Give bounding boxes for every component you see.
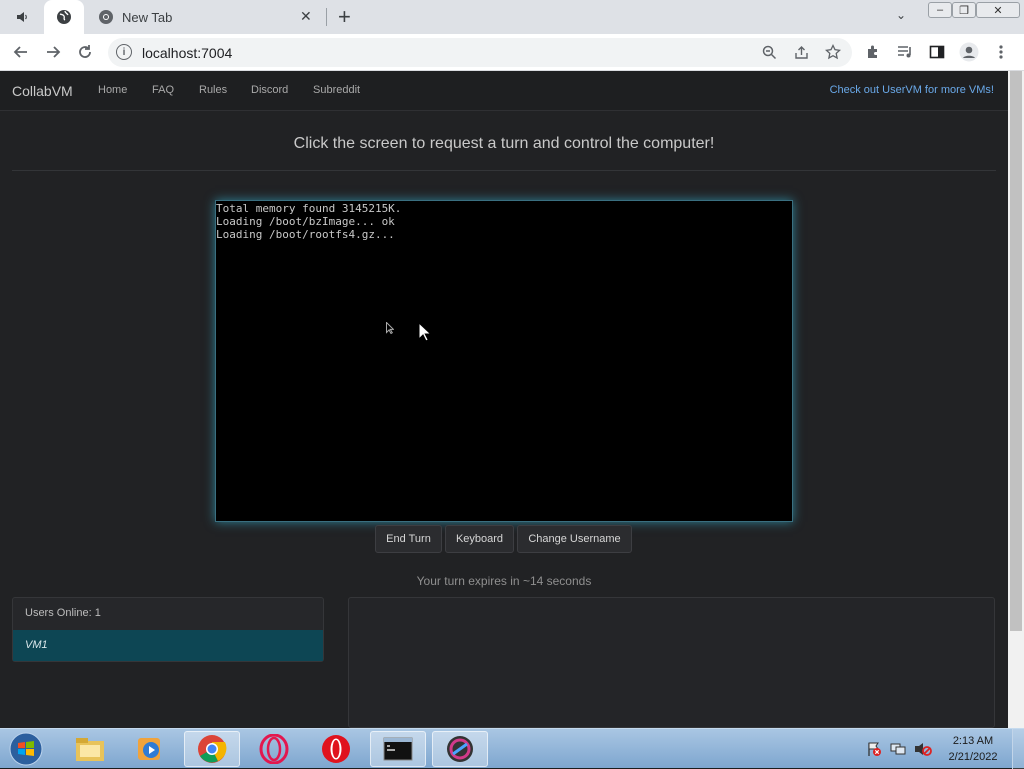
brand-link[interactable]: CollabVM (12, 83, 73, 99)
change-username-button[interactable]: Change Username (517, 525, 632, 553)
action-center-flag-icon[interactable] (866, 741, 882, 760)
taskbar-chrome[interactable] (184, 731, 240, 767)
share-icon[interactable] (790, 41, 812, 63)
media-controls-icon[interactable] (894, 41, 916, 63)
divider (12, 170, 996, 171)
windows-orb-icon (9, 732, 43, 766)
site-navbar: CollabVM Home FAQ Rules Discord Subreddi… (0, 71, 1008, 111)
globe-icon (57, 10, 71, 24)
taskbar-vm-app[interactable] (432, 731, 488, 767)
uservm-promo-link[interactable]: Check out UserVM for more VMs! (830, 84, 994, 96)
browser-toolbar: i localhost:7004 (0, 34, 1024, 71)
show-desktop-button[interactable] (1012, 729, 1024, 769)
opera-icon (322, 735, 350, 763)
browser-tab-strip: New Tab ✕ + ⌄ – ❐ ✕ (0, 0, 1024, 34)
tab-active-collabvm[interactable] (44, 0, 84, 34)
taskbar-media-player[interactable] (122, 731, 178, 767)
tab-audio-playing[interactable] (0, 0, 44, 34)
back-arrow-icon[interactable] (10, 41, 32, 63)
collabvm-page: CollabVM Home FAQ Rules Discord Subreddi… (0, 71, 1008, 728)
taskbar-explorer[interactable] (62, 731, 118, 767)
browser-menu-icon[interactable] (990, 41, 1012, 63)
side-panel-icon[interactable] (926, 41, 948, 63)
nav-link-rules[interactable]: Rules (199, 84, 227, 96)
scrollbar-thumb[interactable] (1010, 71, 1022, 631)
zoom-icon[interactable] (758, 41, 780, 63)
profile-avatar-icon[interactable] (958, 41, 980, 63)
url-text: localhost:7004 (142, 44, 233, 61)
forward-arrow-icon[interactable] (42, 41, 64, 63)
taskbar-clock[interactable]: 2:13 AM 2/21/2022 (940, 733, 1006, 765)
vm-display-screen[interactable]: Total memory found 3145215K. Loading /bo… (215, 200, 793, 522)
nav-link-subreddit[interactable]: Subreddit (313, 84, 360, 96)
site-info-icon[interactable]: i (116, 44, 132, 60)
console-line: Total memory found 3145215K. (216, 202, 402, 215)
volume-muted-icon[interactable] (914, 741, 932, 760)
console-line: Loading /boot/bzImage... ok (216, 215, 395, 228)
username: VM1 (25, 639, 48, 651)
new-tab-plus-icon[interactable]: + (338, 4, 351, 30)
taskbar-opera[interactable] (308, 731, 364, 767)
taskbar-command-prompt[interactable] (370, 731, 426, 767)
taskbar-opera-gx[interactable] (246, 731, 302, 767)
clock-time: 2:13 AM (952, 735, 994, 747)
tab-divider (326, 8, 327, 26)
user-list-item[interactable]: VM1 (13, 630, 323, 661)
clock-date: 2/21/2022 (948, 751, 998, 763)
chat-panel (348, 597, 995, 728)
network-icon[interactable] (890, 741, 906, 760)
command-prompt-icon (383, 737, 413, 761)
tab-title: New Tab (122, 9, 173, 25)
tab-search-chevron-icon[interactable]: ⌄ (896, 8, 906, 22)
window-restore-button[interactable]: ❐ (952, 2, 976, 18)
speaker-icon (17, 12, 27, 22)
nav-link-faq[interactable]: FAQ (152, 84, 174, 96)
windows-taskbar: 2:13 AM 2/21/2022 (0, 728, 1024, 769)
address-bar[interactable]: i localhost:7004 (108, 38, 852, 67)
users-online-header: Users Online: 1 (25, 607, 101, 619)
users-online-panel: Users Online: 1 VM1 (12, 597, 324, 662)
page-scrollbar[interactable] (1008, 71, 1024, 728)
window-close-button[interactable]: ✕ (976, 2, 1020, 18)
opera-gx-icon (259, 734, 289, 764)
mouse-pointer-icon (418, 322, 432, 342)
folder-icon (76, 738, 104, 761)
tab-new-tab[interactable]: New Tab (84, 0, 324, 34)
vm-app-icon (447, 736, 473, 762)
nav-link-home[interactable]: Home (98, 84, 127, 96)
start-button[interactable] (6, 731, 46, 767)
remote-cursor-icon (386, 322, 394, 334)
end-turn-button[interactable]: End Turn (375, 525, 442, 553)
extensions-puzzle-icon[interactable] (862, 41, 884, 63)
console-line: Loading /boot/rootfs4.gz... (216, 228, 395, 241)
reload-icon[interactable] (74, 41, 96, 63)
turn-status-text: Your turn expires in ~14 seconds (416, 574, 592, 588)
close-tab-icon[interactable]: ✕ (300, 8, 312, 25)
page-headline: Click the screen to request a turn and c… (293, 135, 715, 152)
media-player-icon (138, 738, 160, 760)
chrome-icon (198, 735, 227, 763)
keyboard-button[interactable]: Keyboard (445, 525, 514, 553)
window-minimize-button[interactable]: – (928, 2, 952, 18)
nav-link-discord[interactable]: Discord (251, 84, 288, 96)
chrome-icon (99, 10, 113, 24)
bookmark-star-icon[interactable] (822, 41, 844, 63)
